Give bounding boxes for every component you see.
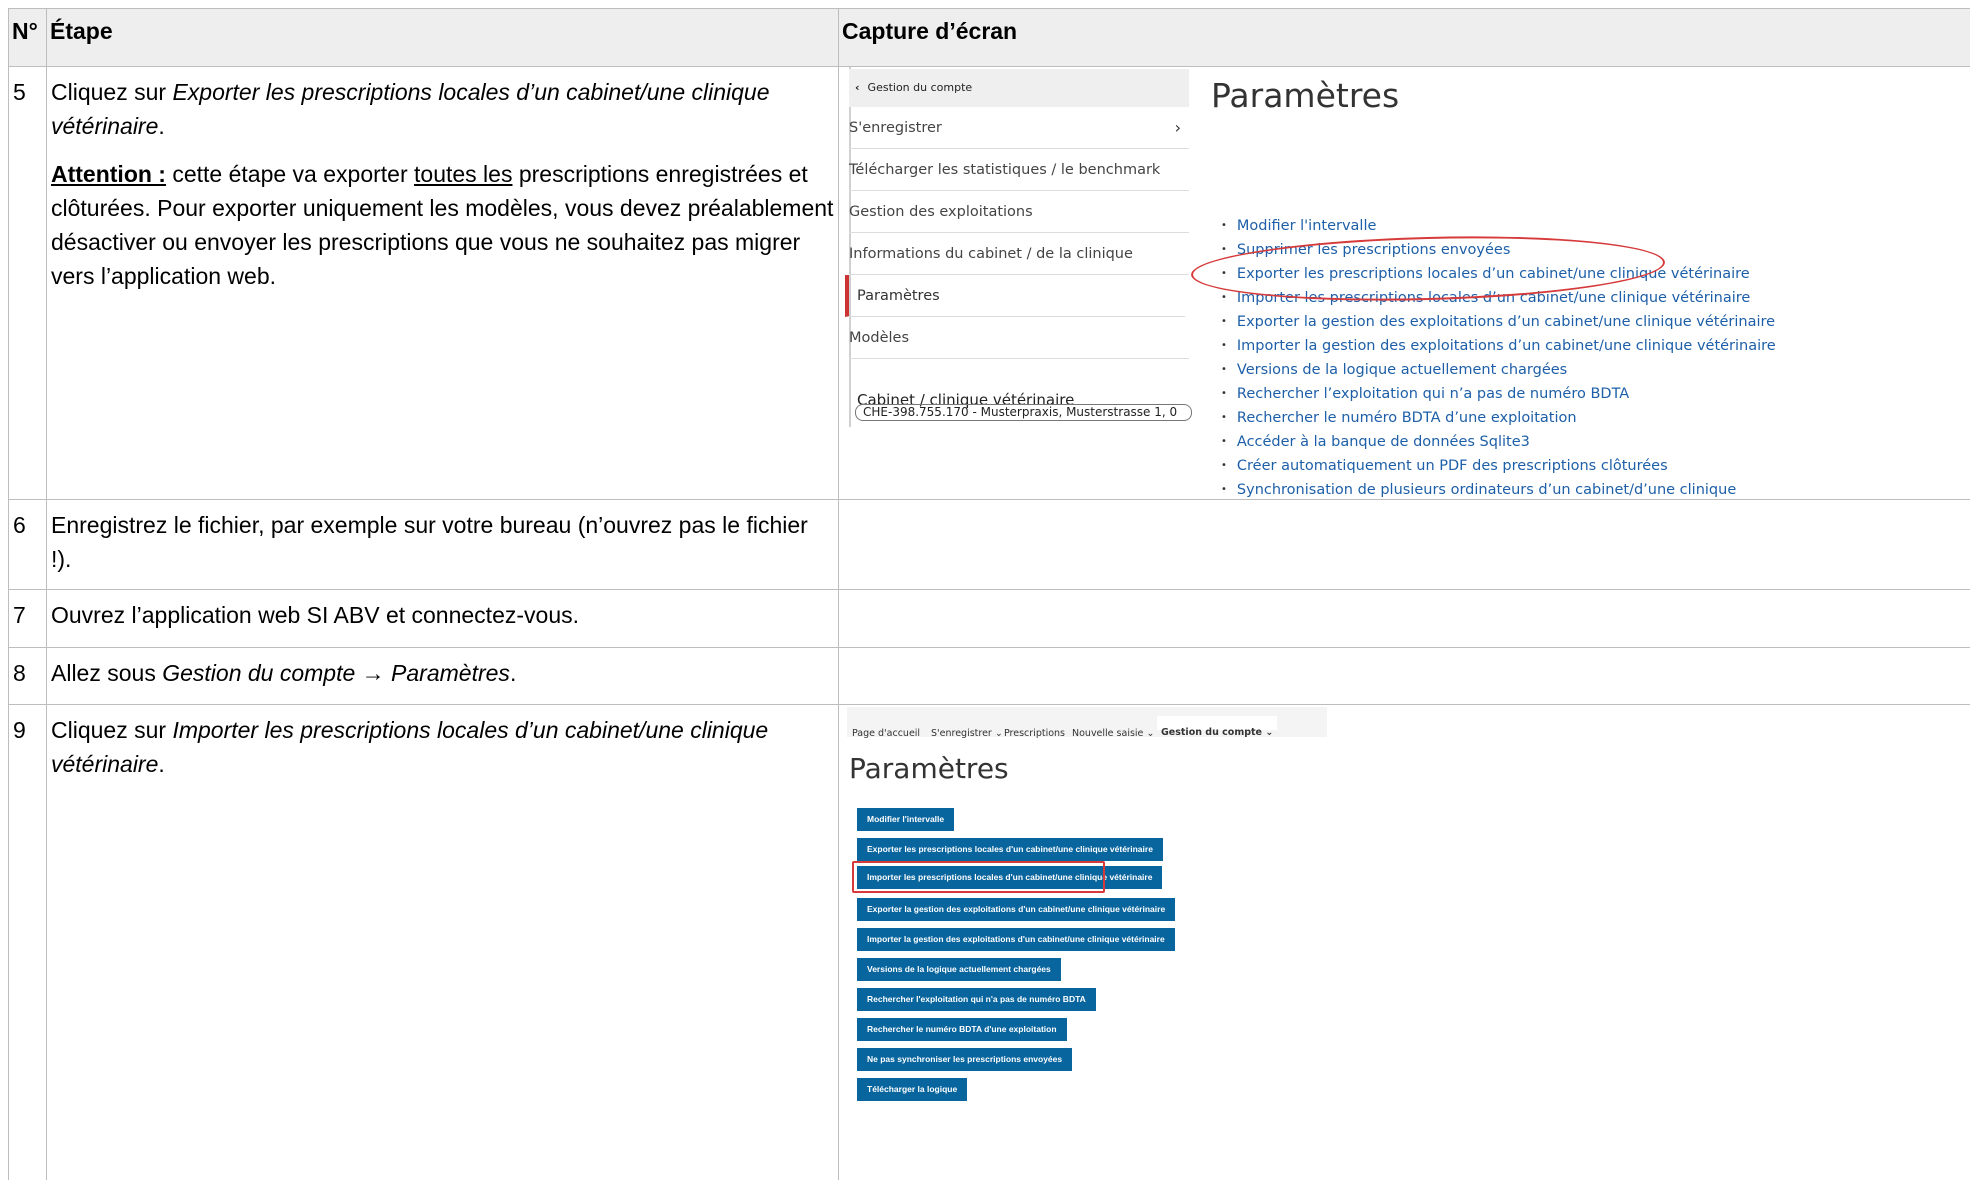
- nav-register[interactable]: S'enregistrer ⌄: [931, 717, 1003, 751]
- step-number: 9: [8, 704, 47, 1180]
- step-instruction: Cliquez sur Exporter les prescriptions l…: [51, 79, 770, 139]
- sidebar-item-statistics[interactable]: Télécharger les statistiques / le benchm…: [849, 149, 1189, 191]
- link-export-farms[interactable]: Exporter la gestion des exploitations d’…: [1221, 311, 1776, 335]
- link-sqlite-db[interactable]: Accéder à la banque de données Sqlite3: [1221, 431, 1776, 455]
- btn-find-bdta-number[interactable]: Rechercher le numéro BDTA d'une exploita…: [857, 1018, 1067, 1041]
- page-title: Paramètres: [849, 752, 1009, 785]
- link-import-farms[interactable]: Importer la gestion des exploitations d’…: [1221, 335, 1776, 359]
- nav-account-management[interactable]: Gestion du compte ⌄: [1157, 716, 1278, 738]
- btn-import-farms[interactable]: Importer la gestion des exploitations d'…: [857, 928, 1175, 951]
- nav-home[interactable]: Page d'accueil: [852, 717, 920, 751]
- screenshot-cell: [838, 647, 1970, 705]
- table-row: 5 Cliquez sur Exporter les prescriptions…: [8, 66, 1970, 500]
- attention-note: Attention : cette étape va exporter tout…: [51, 161, 834, 289]
- highlight-box: [852, 861, 1105, 893]
- header-step: Étape: [46, 8, 839, 67]
- cabinet-select[interactable]: CHE-398.755.170 - Musterpraxis, Musterst…: [855, 404, 1192, 421]
- instructions-table: N° Étape Capture d’écran 5 Cliquez sur E…: [8, 8, 1970, 1180]
- step-text: Cliquez sur Importer les prescriptions l…: [46, 704, 839, 1180]
- screenshot-cell: [838, 589, 1970, 648]
- step-text: Enregistrez le fichier, par exemple sur …: [46, 499, 839, 590]
- step-number: 8: [8, 647, 47, 705]
- screenshot-cell: ‹ Gestion du compte S'enregistrer › Téléch…: [838, 66, 1970, 500]
- step-number: 7: [8, 589, 47, 648]
- sidebar-item-farms[interactable]: Gestion des exploitations: [849, 191, 1189, 233]
- btn-modify-interval[interactable]: Modifier l'intervalle: [857, 808, 955, 831]
- table-header-row: N° Étape Capture d’écran: [8, 8, 1970, 67]
- link-auto-pdf[interactable]: Créer automatiquement un PDF des prescri…: [1221, 455, 1776, 479]
- screenshot-cell: [838, 499, 1970, 590]
- screenshot-cell: Page d'accueil S'enregistrer ⌄ Prescript…: [838, 704, 1970, 1180]
- link-modify-interval[interactable]: Modifier l'intervalle: [1221, 215, 1776, 239]
- btn-export-farms[interactable]: Exporter la gestion des exploitations d'…: [857, 898, 1176, 921]
- step-number: 5: [8, 66, 47, 500]
- link-find-bdta-number[interactable]: Rechercher le numéro BDTA d’une exploita…: [1221, 407, 1776, 431]
- sidebar-back-header[interactable]: ‹ Gestion du compte: [849, 69, 1189, 107]
- table-row: 9 Cliquez sur Importer les prescriptions…: [8, 704, 1970, 1180]
- btn-no-sync-sent[interactable]: Ne pas synchroniser les prescriptions en…: [857, 1048, 1073, 1071]
- step-text: Ouvrez l’application web SI ABV et conne…: [46, 589, 839, 648]
- step-number: 6: [8, 499, 47, 590]
- header-num: N°: [8, 8, 47, 67]
- sidebar-item-templates[interactable]: Modèles: [849, 317, 1189, 359]
- link-logic-versions[interactable]: Versions de la logique actuellement char…: [1221, 359, 1776, 383]
- table-row: 8 Allez sous Gestion du compte → Paramèt…: [8, 647, 1970, 705]
- chevron-left-icon: ‹: [855, 81, 860, 94]
- link-find-farm-no-bdta[interactable]: Rechercher l’exploitation qui n’a pas de…: [1221, 383, 1776, 407]
- table-row: 6 Enregistrez le fichier, par exemple su…: [8, 499, 1970, 590]
- sidebar-item-settings[interactable]: Paramètres: [845, 275, 1185, 317]
- chevron-right-icon: ›: [1174, 118, 1181, 137]
- btn-find-farm-no-bdta[interactable]: Rechercher l'exploitation qui n'a pas de…: [857, 988, 1096, 1011]
- chevron-down-icon: ⌄: [994, 728, 1003, 739]
- sidebar-item-register[interactable]: S'enregistrer ›: [849, 107, 1189, 149]
- screenshot-settings-web: Page d'accueil S'enregistrer ⌄ Prescript…: [839, 705, 1970, 1180]
- sidebar-item-info[interactable]: Informations du cabinet / de la clinique: [849, 233, 1189, 275]
- nav-new-entry[interactable]: Nouvelle saisie ⌄: [1072, 717, 1154, 751]
- top-nav: Page d'accueil S'enregistrer ⌄ Prescript…: [847, 707, 1327, 739]
- nav-prescriptions[interactable]: Prescriptions: [1004, 717, 1065, 751]
- table-row: 7 Ouvrez l’application web SI ABV et con…: [8, 589, 1970, 648]
- header-screenshot: Capture d’écran: [838, 8, 1970, 67]
- page-title: Paramètres: [1211, 76, 1400, 115]
- link-sync-computers[interactable]: Synchronisation de plusieurs ordinateurs…: [1221, 479, 1776, 503]
- chevron-down-icon: ⌄: [1146, 728, 1155, 739]
- step-text: Allez sous Gestion du compte → Paramètre…: [46, 647, 839, 705]
- step-text: Cliquez sur Exporter les prescriptions l…: [46, 66, 839, 500]
- screenshot-settings-desktop: ‹ Gestion du compte S'enregistrer › Téléch…: [839, 67, 1970, 499]
- btn-download-logic[interactable]: Télécharger la logique: [857, 1078, 968, 1101]
- btn-export-prescriptions[interactable]: Exporter les prescriptions locales d'un …: [857, 838, 1163, 861]
- chevron-down-icon: ⌄: [1265, 727, 1274, 738]
- btn-logic-versions[interactable]: Versions de la logique actuellement char…: [857, 958, 1061, 981]
